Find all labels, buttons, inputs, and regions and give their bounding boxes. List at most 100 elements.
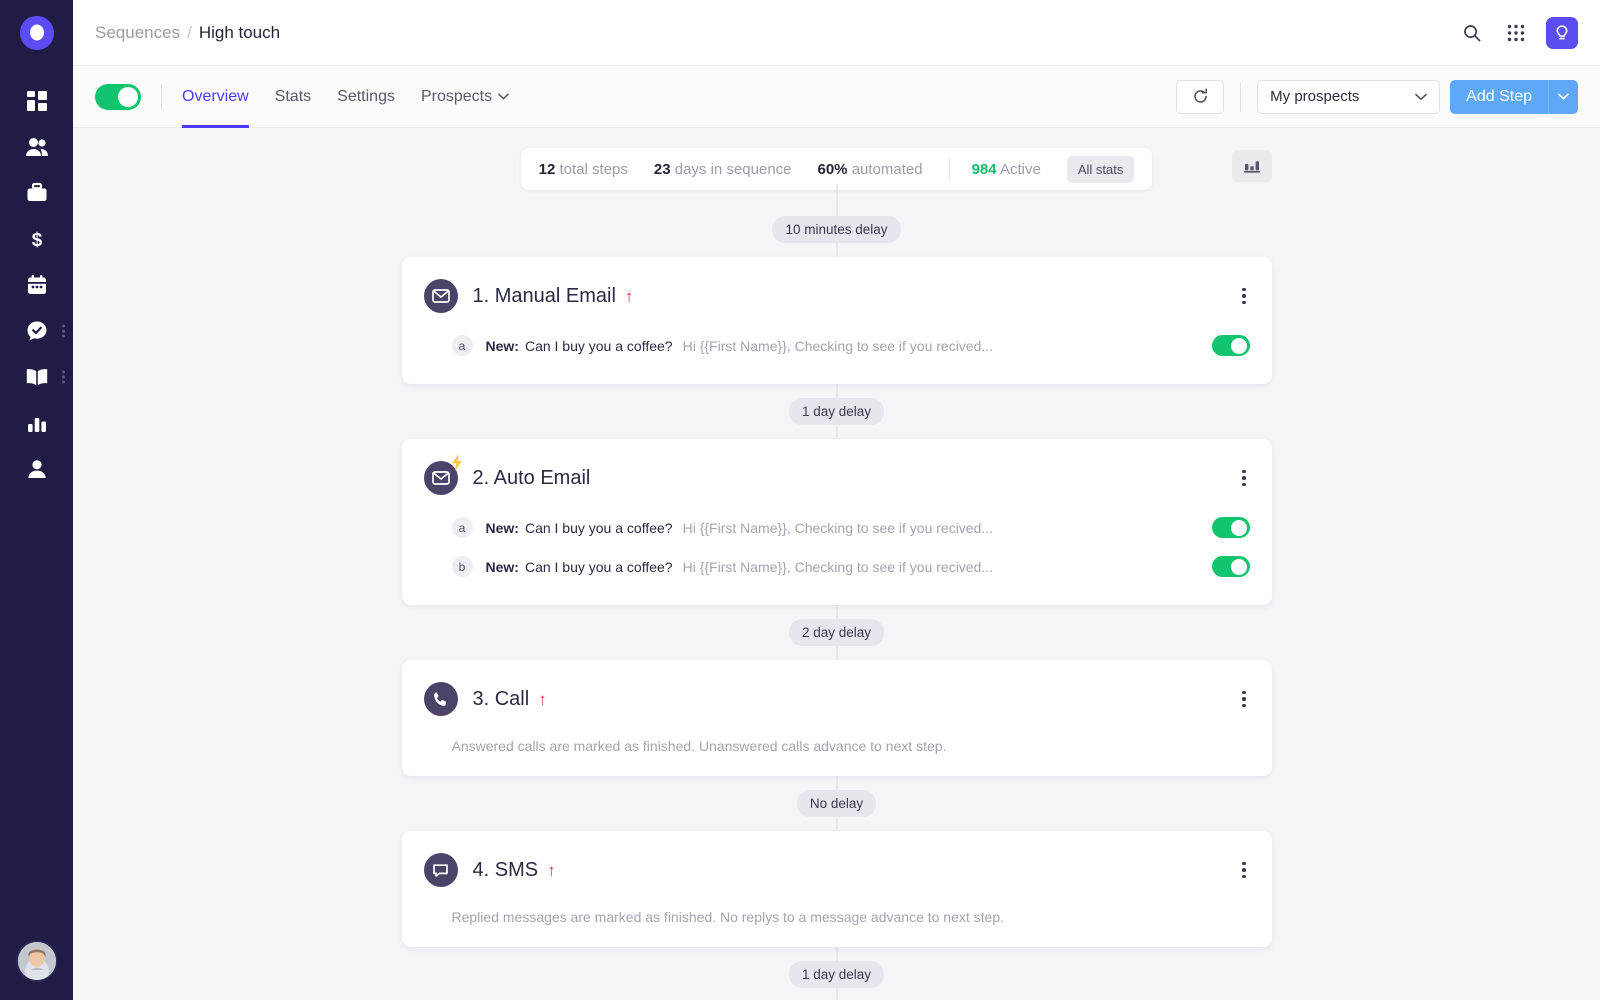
stat-days-in-sequence: 23 days in sequence — [654, 161, 792, 178]
kebab-menu-icon[interactable] — [1238, 858, 1250, 883]
envelope-icon — [424, 461, 458, 495]
step-card[interactable]: 2. Auto Email a New: Can I buy you a cof… — [402, 439, 1272, 605]
email-preview: Hi {{First Name}}, Checking to see if yo… — [683, 559, 993, 575]
email-status: New: — [486, 559, 519, 575]
app-logo[interactable] — [18, 14, 56, 52]
email-enabled-toggle[interactable] — [1212, 517, 1250, 538]
add-step-label: Add Step — [1466, 88, 1532, 106]
refresh-button[interactable] — [1176, 80, 1224, 114]
left-sidebar: $ — [0, 0, 73, 1000]
step-title: 1. Manual Email — [473, 285, 616, 308]
bar-chart-icon — [1243, 158, 1261, 174]
svg-text:$: $ — [31, 230, 42, 250]
apps-grid-icon[interactable] — [1502, 19, 1530, 47]
variant-badge: a — [452, 335, 473, 356]
sidebar-library-more-icon[interactable] — [62, 371, 65, 384]
header-actions — [1458, 17, 1578, 49]
email-variant-row[interactable]: b New: Can I buy you a coffee? Hi {{Firs… — [424, 544, 1250, 583]
manual-step-arrow-icon: ↑ — [538, 691, 547, 708]
delay-node: No delay — [402, 790, 1272, 817]
breadcrumb-parent[interactable]: Sequences — [95, 23, 180, 43]
email-enabled-toggle[interactable] — [1212, 556, 1250, 577]
step-title: 3. Call — [473, 688, 530, 711]
manual-step-arrow-icon: ↑ — [547, 862, 556, 879]
step-body: Answered calls are marked as finished. U… — [402, 716, 1272, 776]
manual-step-arrow-icon: ↑ — [625, 288, 634, 305]
delay-label[interactable]: 10 minutes delay — [772, 216, 900, 243]
step-card[interactable]: 3. Call ↑ Answered calls are marked as f… — [402, 660, 1272, 776]
stat-total-steps: 12 total steps — [539, 161, 628, 178]
step-card[interactable]: 4. SMS ↑ Replied messages are marked as … — [402, 831, 1272, 947]
kebab-menu-icon[interactable] — [1238, 687, 1250, 712]
delay-label[interactable]: 1 day delay — [789, 398, 884, 425]
tab-stats[interactable]: Stats — [275, 66, 311, 128]
step-card[interactable]: 1. Manual Email ↑ a New: Can I buy you a… — [402, 257, 1272, 384]
prospects-select-value: My prospects — [1270, 88, 1359, 105]
chevron-down-icon — [1558, 93, 1569, 100]
lightbulb-button[interactable] — [1546, 17, 1578, 49]
sidebar-item-contacts[interactable] — [0, 124, 73, 170]
add-step-caret-button[interactable] — [1548, 80, 1578, 114]
breadcrumb: Sequences / High touch — [95, 23, 280, 43]
envelope-icon — [424, 279, 458, 313]
email-variant-row[interactable]: a New: Can I buy you a coffee? Hi {{Firs… — [424, 329, 1250, 362]
search-icon[interactable] — [1458, 19, 1486, 47]
phone-icon — [424, 682, 458, 716]
sequence-active-toggle[interactable] — [95, 84, 141, 110]
stats-chart-button[interactable] — [1232, 150, 1272, 182]
add-step-group: Add Step — [1450, 80, 1578, 114]
tab-overview[interactable]: Overview — [182, 66, 249, 128]
tab-settings[interactable]: Settings — [337, 66, 395, 128]
email-subject: Can I buy you a coffee? — [525, 559, 673, 575]
sidebar-item-library[interactable] — [0, 354, 73, 400]
sidebar-nav: $ — [0, 78, 73, 492]
add-step-button[interactable]: Add Step — [1450, 80, 1548, 114]
tab-overview-label: Overview — [182, 88, 249, 106]
all-stats-button[interactable]: All stats — [1067, 156, 1135, 183]
delay-node: 1 day delay — [402, 961, 1272, 988]
kebab-menu-icon[interactable] — [1238, 466, 1250, 491]
step-body: Replied messages are marked as finished.… — [402, 887, 1272, 947]
kebab-menu-icon[interactable] — [1238, 284, 1250, 309]
step-body: a New: Can I buy you a coffee? Hi {{Firs… — [402, 313, 1272, 384]
tab-prospects[interactable]: Prospects — [421, 66, 509, 128]
toolbar-divider-2 — [1240, 82, 1241, 112]
stat-active-label: Active — [1000, 161, 1041, 178]
sidebar-item-calendar[interactable] — [0, 262, 73, 308]
prospects-select[interactable]: My prospects — [1257, 80, 1440, 114]
step-header: 4. SMS ↑ — [402, 831, 1272, 887]
email-preview: Hi {{First Name}}, Checking to see if yo… — [683, 520, 993, 536]
email-variant-row[interactable]: a New: Can I buy you a coffee? Hi {{Firs… — [424, 511, 1250, 544]
sidebar-item-revenue[interactable]: $ — [0, 216, 73, 262]
sidebar-item-dashboard[interactable] — [0, 78, 73, 124]
sequence-steps: 12 total steps 23 days in sequence 60% a… — [402, 128, 1272, 1000]
delay-node: 2 day delay — [402, 619, 1272, 646]
stat-days-value: 23 — [654, 161, 671, 178]
stat-automated-label: automated — [852, 161, 923, 178]
bar-chart-icon — [26, 413, 48, 433]
sidebar-item-profile[interactable] — [0, 446, 73, 492]
email-enabled-toggle[interactable] — [1212, 335, 1250, 356]
sidebar-item-deals[interactable] — [0, 170, 73, 216]
stat-automated-value: 60% — [818, 161, 848, 178]
delay-label[interactable]: 2 day delay — [789, 619, 884, 646]
main-area: Sequences / High touch — [73, 0, 1600, 1000]
chat-bubble-icon — [424, 853, 458, 887]
sidebar-item-reports[interactable] — [0, 400, 73, 446]
sidebar-item-tasks[interactable] — [0, 308, 73, 354]
delay-label[interactable]: 1 day delay — [789, 961, 884, 988]
user-avatar[interactable] — [16, 940, 58, 982]
step-body: a New: Can I buy you a coffee? Hi {{Firs… — [402, 495, 1272, 605]
breadcrumb-current: High touch — [199, 23, 280, 43]
tab-stats-label: Stats — [275, 88, 311, 106]
sidebar-tasks-more-icon[interactable] — [62, 325, 65, 338]
automated-bolt-icon — [450, 454, 464, 476]
step-header: 3. Call ↑ — [402, 660, 1272, 716]
variant-badge: b — [452, 556, 473, 577]
breadcrumb-separator: / — [187, 23, 192, 43]
step-title: 2. Auto Email — [473, 467, 591, 490]
toolbar-divider — [161, 84, 162, 110]
delay-label[interactable]: No delay — [797, 790, 876, 817]
lightbulb-icon — [1553, 24, 1571, 42]
step-title: 4. SMS — [473, 859, 539, 882]
